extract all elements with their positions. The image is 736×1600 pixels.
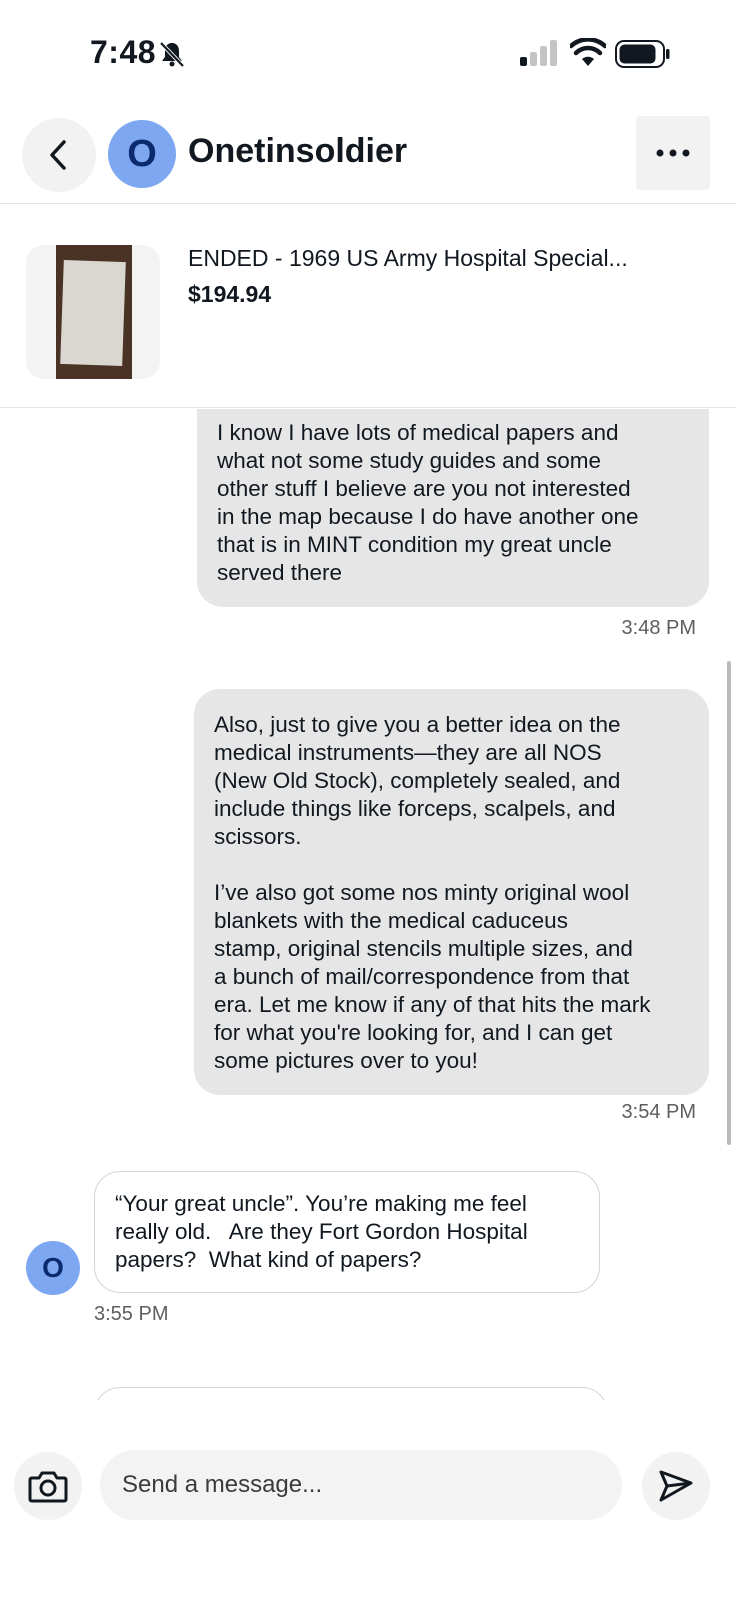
listing-price: $194.94 [188, 281, 272, 307]
message-composer [0, 1400, 736, 1600]
listing-title[interactable]: ENDED - 1969 US Army Hospital Special... [188, 245, 708, 272]
message-timestamp: 3:48 PM [621, 617, 696, 639]
message-timestamp: 3:55 PM [94, 1303, 169, 1325]
camera-icon [28, 1471, 68, 1503]
wifi-icon [570, 38, 606, 66]
bell-slash-icon [159, 41, 185, 68]
avatar[interactable]: O [108, 120, 176, 188]
page-title[interactable]: Onetinsoldier [188, 132, 407, 171]
message-timestamp: 3:54 PM [621, 1101, 696, 1123]
chevron-left-icon [50, 140, 66, 170]
conversation-header: O Onetinsoldier [0, 108, 736, 204]
send-icon [659, 1470, 693, 1502]
status-bar: 7:48 [0, 0, 736, 108]
message-list[interactable]: I know I have lots of medical papers and… [0, 409, 736, 1400]
ellipsis-icon [656, 149, 690, 157]
status-time: 7:48 [90, 34, 157, 70]
battery-icon [615, 40, 670, 68]
camera-button[interactable] [14, 1452, 82, 1520]
outgoing-message[interactable]: I know I have lots of medical papers and… [197, 409, 709, 607]
outgoing-message[interactable]: Also, just to give you a better idea on … [194, 689, 709, 1095]
chat-screen: 7:48 O Onetinsoldier ENDED - 1969 US Arm… [0, 0, 736, 1600]
listing-photo-document [60, 259, 126, 367]
message-input[interactable] [100, 1450, 622, 1520]
incoming-message-partial[interactable] [94, 1387, 608, 1400]
send-button[interactable] [642, 1452, 710, 1520]
cellular-signal-icon [520, 40, 557, 66]
listing-card[interactable]: ENDED - 1969 US Army Hospital Special...… [0, 205, 736, 408]
more-options-button[interactable] [636, 116, 710, 190]
listing-thumbnail[interactable] [26, 245, 160, 379]
back-button[interactable] [22, 118, 96, 192]
scrollbar[interactable] [727, 661, 731, 1145]
incoming-message[interactable]: “Your great uncle”. You’re making me fee… [94, 1171, 600, 1293]
sender-avatar[interactable]: O [26, 1241, 80, 1295]
